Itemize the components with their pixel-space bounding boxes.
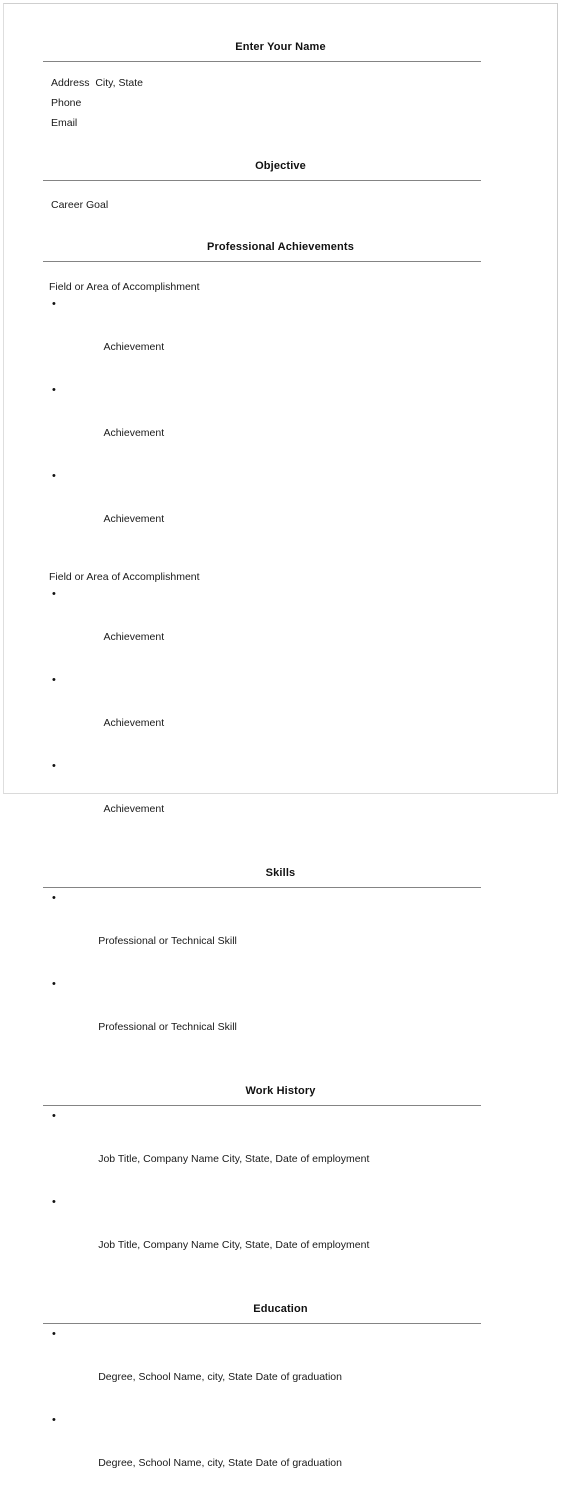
bullet-icon: • xyxy=(52,384,56,396)
list-item[interactable]: • Job Title, Company Name City, State, D… xyxy=(4,1106,557,1192)
list-item[interactable]: • Professional or Technical Skill xyxy=(4,888,557,974)
list-item-label: Achievement xyxy=(103,803,165,815)
contact-block: Address City, State Phone Email xyxy=(4,62,557,133)
section-skills: Skills • Professional or Technical Skill… xyxy=(4,842,557,1060)
resume-content: Enter Your Name Address City, State Phon… xyxy=(4,4,557,1469)
bullet-icon: • xyxy=(52,1110,56,1122)
bullet-icon: • xyxy=(52,760,56,772)
list-item[interactable]: • Achievement xyxy=(4,584,557,670)
section-education: Education • Degree, School Name, city, S… xyxy=(4,1278,557,1496)
bullet-icon: • xyxy=(52,298,56,310)
list-item-label: Job Title, Company Name City, State, Dat… xyxy=(98,1239,370,1251)
list-item-label: Achievement xyxy=(103,427,165,439)
work-history-list: • Job Title, Company Name City, State, D… xyxy=(4,1106,557,1278)
achievement-group-title[interactable]: Field or Area of Accomplishment xyxy=(4,570,557,584)
list-item[interactable]: • Degree, School Name, city, State Date … xyxy=(4,1324,557,1410)
section-heading-name: Enter Your Name xyxy=(235,41,326,53)
contact-email-line[interactable]: Email xyxy=(4,113,557,133)
bullet-icon: • xyxy=(52,470,56,482)
section-heading-skills: Skills xyxy=(265,867,296,879)
list-item[interactable]: • Achievement xyxy=(4,380,557,466)
list-item[interactable]: • Degree, School Name, city, State Date … xyxy=(4,1410,557,1496)
bullet-icon: • xyxy=(52,674,56,686)
education-list: • Degree, School Name, city, State Date … xyxy=(4,1324,557,1496)
bullet-icon: • xyxy=(52,978,56,990)
achievement-group: Field or Area of Accomplishment • Achiev… xyxy=(4,552,557,842)
list-item-label: Job Title, Company Name City, State, Dat… xyxy=(98,1153,370,1165)
list-item[interactable]: • Achievement xyxy=(4,294,557,380)
contact-phone-line[interactable]: Phone xyxy=(4,93,557,113)
list-item-label: Achievement xyxy=(103,717,165,729)
achievement-list: • Achievement • Achievement • Achievemen… xyxy=(4,584,557,842)
list-item[interactable]: • Achievement xyxy=(4,466,557,552)
achievement-list: • Achievement • Achievement • Achievemen… xyxy=(4,294,557,552)
list-item-label: Degree, School Name, city, State Date of… xyxy=(98,1457,342,1469)
skills-list: • Professional or Technical Skill • Prof… xyxy=(4,888,557,1060)
section-name: Enter Your Name Address City, State Phon… xyxy=(4,4,557,133)
list-item[interactable]: • Achievement xyxy=(4,756,557,842)
achievement-group: Field or Area of Accomplishment • Achiev… xyxy=(4,262,557,552)
section-heading-work-history: Work History xyxy=(245,1085,316,1097)
section-professional-achievements: Professional Achievements Field or Area … xyxy=(4,215,557,842)
list-item-label: Achievement xyxy=(103,513,165,525)
contact-address-line[interactable]: Address City, State xyxy=(4,73,557,93)
bullet-icon: • xyxy=(52,1328,56,1340)
bullet-icon: • xyxy=(52,892,56,904)
bullet-icon: • xyxy=(52,1196,56,1208)
list-item-label: Achievement xyxy=(103,341,165,353)
achievement-group-title[interactable]: Field or Area of Accomplishment xyxy=(4,280,557,294)
list-item[interactable]: • Professional or Technical Skill xyxy=(4,974,557,1060)
section-heading-objective: Objective xyxy=(255,160,306,172)
objective-block: Career Goal xyxy=(4,181,557,215)
section-work-history: Work History • Job Title, Company Name C… xyxy=(4,1060,557,1278)
bullet-icon: • xyxy=(52,1414,56,1426)
list-item-label: Achievement xyxy=(103,631,165,643)
list-item-label: Degree, School Name, city, State Date of… xyxy=(98,1371,342,1383)
list-item-label: Professional or Technical Skill xyxy=(98,1021,237,1033)
section-heading-professional-achievements: Professional Achievements xyxy=(206,241,354,253)
objective-career-goal[interactable]: Career Goal xyxy=(4,195,557,215)
list-item[interactable]: • Job Title, Company Name City, State, D… xyxy=(4,1192,557,1278)
bullet-icon: • xyxy=(52,588,56,600)
resume-page: Enter Your Name Address City, State Phon… xyxy=(3,3,558,1469)
section-objective: Objective Career Goal xyxy=(4,133,557,215)
section-heading-education: Education xyxy=(253,1303,308,1315)
list-item[interactable]: • Achievement xyxy=(4,670,557,756)
list-item-label: Professional or Technical Skill xyxy=(98,935,237,947)
